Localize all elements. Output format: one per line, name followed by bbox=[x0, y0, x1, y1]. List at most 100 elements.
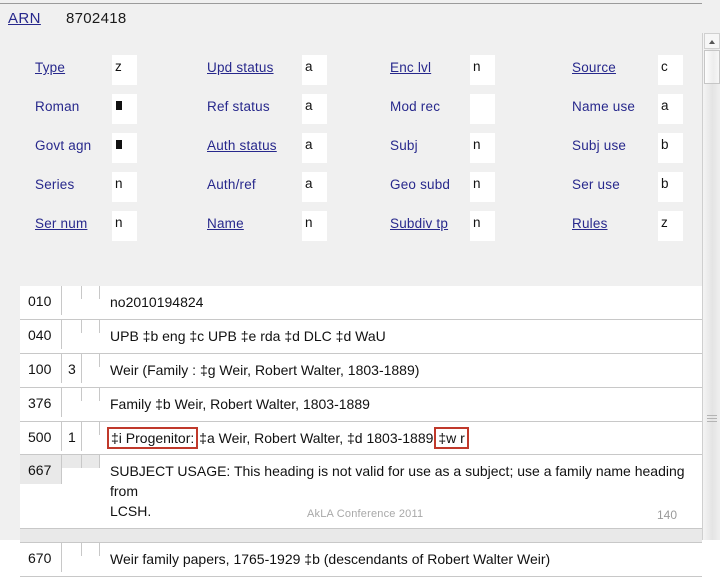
fixed-field-label[interactable]: Enc lvl bbox=[390, 60, 431, 75]
conference-watermark: AkLA Conference 2011 bbox=[307, 508, 423, 520]
fixed-field-value-box[interactable] bbox=[470, 94, 495, 124]
fixed-field-value: n bbox=[473, 176, 481, 191]
fixed-field-value-box[interactable]: z bbox=[112, 55, 137, 85]
marc-indicator-1[interactable] bbox=[62, 388, 82, 401]
marc-field-row[interactable]: 1003 Weir (Family : ‡g Weir, Robert Walte… bbox=[20, 354, 702, 388]
vertical-scrollbar[interactable] bbox=[702, 33, 720, 540]
marc-indicator-1[interactable] bbox=[62, 286, 82, 299]
marc-indicator-2[interactable] bbox=[82, 286, 100, 299]
fixed-field-value-box[interactable] bbox=[112, 133, 137, 163]
fixed-field-label: Roman bbox=[35, 99, 80, 114]
fixed-field-value: a bbox=[661, 98, 669, 113]
marc-field-row[interactable]: 5001 ‡i Progenitor: ‡a Weir, Robert Walte… bbox=[20, 422, 702, 456]
fixed-field-value-box[interactable]: a bbox=[302, 55, 327, 85]
fixed-field-label: Series bbox=[35, 177, 74, 192]
fixed-field-value-box[interactable]: a bbox=[658, 94, 683, 124]
slide-page-number: 140 bbox=[657, 508, 677, 522]
fixed-field-value-box[interactable]: n bbox=[470, 211, 495, 241]
marc-tag[interactable]: 100 bbox=[20, 354, 62, 383]
fixed-field-label[interactable]: Auth status bbox=[207, 138, 277, 153]
fixed-field-label[interactable]: Type bbox=[35, 60, 65, 75]
fixed-fields-grid: Type z Roman Govt agn Series n Ser num n Upd sta… bbox=[0, 55, 702, 260]
fixed-field-value: a bbox=[305, 176, 313, 191]
fixed-field-label[interactable]: Ser num bbox=[35, 216, 87, 231]
marc-variable-fields-table: 010 no2010194824 040 UPB ‡b eng ‡c UPB ‡e r… bbox=[20, 286, 702, 577]
fixed-field-value-box[interactable]: n bbox=[112, 211, 137, 241]
marc-tag[interactable]: 670 bbox=[20, 543, 62, 572]
arn-header: ARN 8702418 bbox=[0, 6, 702, 36]
fixed-field-label: Govt agn bbox=[35, 138, 91, 153]
header-divider bbox=[0, 3, 702, 4]
fixed-field-label[interactable]: Source bbox=[572, 60, 616, 75]
fixed-field-value-box[interactable]: n bbox=[470, 133, 495, 163]
marc-indicator-2[interactable] bbox=[82, 422, 100, 435]
fixed-field-label[interactable]: Upd status bbox=[207, 60, 274, 75]
marc-field-row[interactable]: 040 UPB ‡b eng ‡c UPB ‡e rda ‡d DLC ‡d Wa… bbox=[20, 320, 702, 354]
annotation-highlight-box: ‡i Progenitor: bbox=[110, 430, 195, 446]
marc-field-row[interactable]: 376 Family ‡b Weir, Robert Walter, 1803-1… bbox=[20, 388, 702, 422]
marc-field-data[interactable]: Family ‡b Weir, Robert Walter, 1803-1889 bbox=[100, 388, 702, 421]
fixed-field-value-box[interactable]: n bbox=[112, 172, 137, 202]
scrollbar-thumb[interactable] bbox=[704, 50, 720, 84]
fixed-field-value-box[interactable]: n bbox=[302, 211, 327, 241]
fixed-field-value: n bbox=[473, 59, 481, 74]
fixed-field-label[interactable]: Name bbox=[207, 216, 244, 231]
marc-indicator-2[interactable] bbox=[82, 388, 100, 401]
scroll-up-arrow-icon[interactable] bbox=[704, 33, 720, 49]
fixed-field-value-box[interactable]: a bbox=[302, 172, 327, 202]
fixed-field-value: n bbox=[305, 215, 313, 230]
fixed-field-value-box[interactable]: b bbox=[658, 172, 683, 202]
marc-field-data[interactable]: UPB ‡b eng ‡c UPB ‡e rda ‡d DLC ‡d WaU bbox=[100, 320, 702, 353]
marc-tag[interactable]: 010 bbox=[20, 286, 62, 315]
fixed-field-value-box[interactable]: c bbox=[658, 55, 683, 85]
annotation-highlight-box: ‡w r bbox=[437, 430, 465, 446]
marc-field-row[interactable]: 010 no2010194824 bbox=[20, 286, 702, 320]
marc-field-data[interactable]: ‡i Progenitor: ‡a Weir, Robert Walter, ‡… bbox=[100, 422, 702, 455]
authority-record-window: ARN 8702418 Type z Roman Govt agn Series n Ser… bbox=[0, 0, 720, 540]
fixed-field-value: a bbox=[305, 137, 313, 152]
marc-tag[interactable]: 500 bbox=[20, 422, 62, 451]
fixed-field-value: n bbox=[473, 137, 481, 152]
fixed-field-value-box[interactable] bbox=[112, 94, 137, 124]
fixed-field-value: z bbox=[115, 59, 122, 74]
fixed-field-value: a bbox=[305, 59, 313, 74]
marc-indicator-1[interactable]: 3 bbox=[62, 354, 82, 383]
fixed-field-value-box[interactable]: a bbox=[302, 133, 327, 163]
marc-indicator-2[interactable] bbox=[82, 543, 100, 556]
fixed-field-label: Geo subd bbox=[390, 177, 450, 192]
fixed-field-value: n bbox=[115, 215, 123, 230]
fixed-field-value-box[interactable]: a bbox=[302, 94, 327, 124]
marc-indicator-1[interactable]: 1 bbox=[62, 422, 82, 451]
marc-tag[interactable]: 040 bbox=[20, 320, 62, 349]
fixed-field-value: c bbox=[661, 59, 668, 74]
fixed-field-label[interactable]: Rules bbox=[572, 216, 608, 231]
marc-row-spacer bbox=[20, 529, 702, 543]
marc-tag[interactable]: 376 bbox=[20, 388, 62, 417]
marc-indicator-1[interactable] bbox=[62, 455, 82, 468]
fixed-field-label: Ref status bbox=[207, 99, 270, 114]
marc-indicator-2[interactable] bbox=[82, 320, 100, 333]
marc-field-row[interactable]: 670 Weir family papers, 1765-1929 ‡b (des… bbox=[20, 543, 702, 577]
fixed-field-value-box[interactable]: z bbox=[658, 211, 683, 241]
fixed-field-label: Subj bbox=[390, 138, 418, 153]
fixed-field-value: n bbox=[115, 176, 123, 191]
marc-indicator-2[interactable] bbox=[82, 354, 100, 367]
fixed-field-value: n bbox=[473, 215, 481, 230]
marc-data-segment: ‡a Weir, Robert Walter, ‡d 1803-1889 bbox=[195, 430, 437, 446]
fixed-field-value-box[interactable]: b bbox=[658, 133, 683, 163]
fixed-field-value: b bbox=[661, 176, 669, 191]
fixed-field-value-box[interactable]: n bbox=[470, 172, 495, 202]
arn-label[interactable]: ARN bbox=[8, 10, 41, 27]
marc-field-data[interactable]: Weir family papers, 1765-1929 ‡b (descen… bbox=[100, 543, 702, 576]
fixed-field-value-box[interactable]: n bbox=[470, 55, 495, 85]
fixed-field-label: Name use bbox=[572, 99, 635, 114]
fixed-field-value: a bbox=[305, 98, 313, 113]
marc-indicator-2[interactable] bbox=[82, 455, 100, 468]
marc-field-data[interactable]: Weir (Family : ‡g Weir, Robert Walter, 1… bbox=[100, 354, 702, 387]
marc-tag[interactable]: 667 bbox=[20, 455, 62, 484]
marc-indicator-1[interactable] bbox=[62, 320, 82, 333]
marc-field-data[interactable]: no2010194824 bbox=[100, 286, 702, 319]
fixed-field-label[interactable]: Subdiv tp bbox=[390, 216, 448, 231]
blank-character-glyph bbox=[116, 101, 122, 110]
marc-indicator-1[interactable] bbox=[62, 543, 82, 556]
